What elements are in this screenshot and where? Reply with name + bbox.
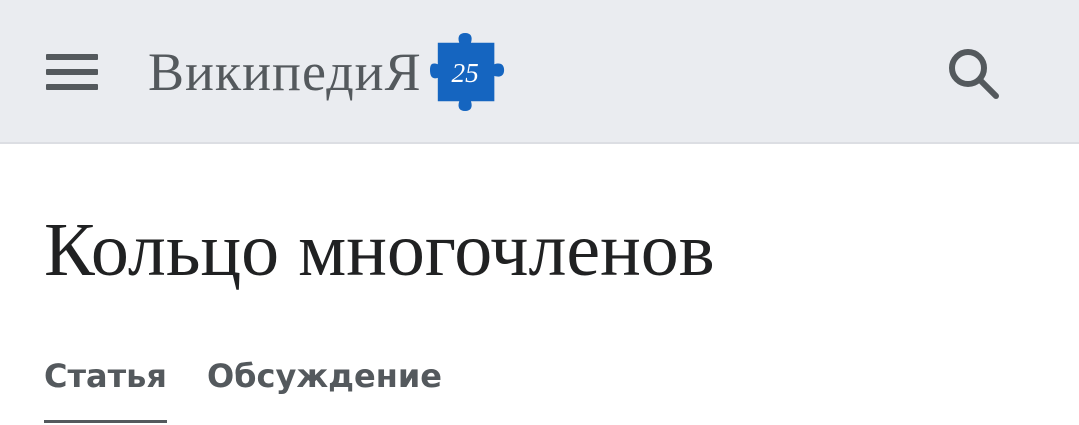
hamburger-icon-bar	[46, 84, 98, 90]
puzzle-piece-icon: 25	[429, 33, 504, 111]
search-button[interactable]	[936, 38, 1008, 106]
search-icon	[949, 49, 999, 99]
logo-wordmark-main: Википеди	[148, 42, 385, 102]
page-tabs: Статья Обсуждение	[44, 350, 442, 425]
tab-article[interactable]: Статья	[44, 350, 167, 425]
hamburger-icon-bar	[46, 69, 98, 75]
logo-wordmark: ВикипедиЯ	[148, 45, 422, 99]
hamburger-icon	[46, 54, 98, 60]
wikipedia-logo[interactable]: ВикипедиЯ 25	[148, 30, 508, 114]
page-title: Кольцо многочленов	[44, 208, 715, 292]
logo-wordmark-last: Я	[384, 42, 422, 102]
tab-talk[interactable]: Обсуждение	[207, 350, 442, 425]
site-header: ВикипедиЯ 25	[0, 0, 1079, 144]
main-menu-button[interactable]	[30, 34, 114, 110]
anniversary-badge: 25	[451, 58, 478, 88]
